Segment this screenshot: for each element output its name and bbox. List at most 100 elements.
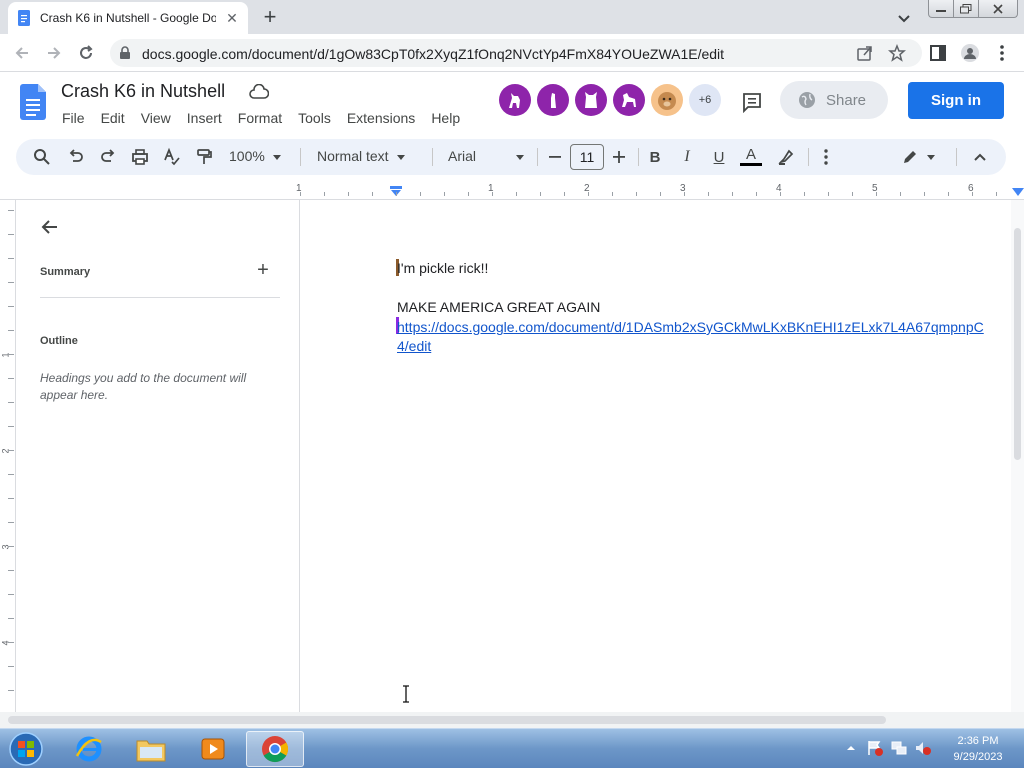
minimize-icon <box>936 9 946 12</box>
window-restore-button[interactable] <box>953 0 979 18</box>
horizontal-ruler[interactable]: 1 1 2 3 4 5 6 <box>0 180 1024 200</box>
volume-muted-icon[interactable] <box>914 739 932 757</box>
print-icon[interactable] <box>130 147 150 167</box>
doc-hyperlink-continued[interactable]: 4/edit <box>397 338 431 354</box>
back-arrow-icon[interactable] <box>12 43 32 63</box>
menu-insert[interactable]: Insert <box>179 108 230 128</box>
anonymous-horse-avatar[interactable] <box>613 84 645 116</box>
document-title[interactable]: Crash K6 in Nutshell <box>61 81 225 102</box>
ruler-tick <box>660 192 661 196</box>
windows-start-orb-icon[interactable] <box>6 730 46 768</box>
document-canvas[interactable]: I'm pickle rick!! MAKE AMERICA GREAT AGA… <box>301 200 1011 712</box>
ruler-tick <box>636 192 637 196</box>
zoom-select[interactable]: 100% <box>229 148 281 164</box>
window-minimize-button[interactable] <box>928 0 954 18</box>
menu-format[interactable]: Format <box>230 108 290 128</box>
text-color-button[interactable]: A <box>740 147 762 167</box>
chevron-up-icon[interactable] <box>970 147 990 167</box>
decrease-font-size-icon[interactable] <box>545 147 565 167</box>
taskbar-google-chrome[interactable] <box>246 731 304 767</box>
ruler-tick <box>8 258 14 259</box>
taskbar-media-player[interactable] <box>184 731 242 767</box>
scrollbar-thumb[interactable] <box>1014 228 1021 460</box>
network-icon[interactable] <box>890 739 908 757</box>
horizontal-scrollbar[interactable] <box>0 712 1024 728</box>
tab-search-chevron-icon[interactable] <box>894 8 914 28</box>
ruler-tick <box>468 192 469 196</box>
action-center-flag-icon[interactable] <box>866 739 884 757</box>
paragraph-style-select[interactable]: Normal text <box>317 148 405 164</box>
anonymous-ferret-avatar[interactable] <box>537 84 569 116</box>
anonymous-kangaroo-avatar[interactable] <box>499 84 531 116</box>
ruler-tick <box>8 498 14 499</box>
anonymous-cat-avatar[interactable] <box>575 84 607 116</box>
lock-icon[interactable] <box>118 46 132 60</box>
taskbar-internet-explorer[interactable] <box>60 731 118 767</box>
chrome-menu-icon[interactable] <box>992 43 1012 63</box>
reload-icon[interactable] <box>76 43 96 63</box>
cloud-saved-icon[interactable] <box>249 84 269 100</box>
system-clock[interactable]: 2:36 PM 9/29/2023 <box>938 733 1018 765</box>
italic-button[interactable]: I <box>677 147 697 167</box>
collaborator-avatars: +6 <box>499 84 721 116</box>
tab-close-icon[interactable]: ✕ <box>224 10 240 26</box>
ruler-tick <box>900 192 901 196</box>
underline-button[interactable]: U <box>709 147 729 167</box>
address-bar[interactable]: docs.google.com/document/d/1gOw83CpT0fx2… <box>110 39 922 67</box>
ruler-tick <box>996 192 997 196</box>
menu-tools[interactable]: Tools <box>290 108 339 128</box>
ruler-tick <box>876 192 877 196</box>
forward-arrow-icon[interactable] <box>44 43 64 63</box>
folder-icon <box>136 740 166 762</box>
editing-mode-select[interactable] <box>898 147 938 167</box>
bold-button[interactable]: B <box>645 147 665 167</box>
sign-in-button[interactable]: Sign in <box>908 82 1004 119</box>
close-icon <box>993 3 1003 14</box>
side-panel-icon[interactable] <box>928 43 948 63</box>
increase-font-size-icon[interactable] <box>609 147 629 167</box>
right-indent-marker-icon[interactable] <box>1012 188 1024 196</box>
redo-icon[interactable] <box>98 147 118 167</box>
google-docs-logo-icon[interactable] <box>20 84 46 120</box>
share-button[interactable]: Share <box>780 81 888 119</box>
doc-paragraph-2[interactable]: MAKE AMERICA GREAT AGAIN <box>397 299 600 315</box>
browser-tab-active[interactable]: Crash K6 in Nutshell - Google Do ✕ <box>8 2 248 34</box>
more-options-icon[interactable] <box>816 147 836 167</box>
profile-avatar-icon[interactable] <box>960 43 980 63</box>
vertical-ruler[interactable]: 1 2 3 4 <box>0 200 16 712</box>
anonymous-capybara-avatar[interactable] <box>651 84 683 116</box>
ruler-tick <box>516 192 517 196</box>
add-summary-button[interactable]: + <box>254 260 272 280</box>
taskbar-file-explorer[interactable] <box>122 731 180 767</box>
paint-format-icon[interactable] <box>194 147 214 167</box>
show-hidden-icons-icon[interactable] <box>842 739 860 757</box>
search-menus-icon[interactable] <box>32 147 52 167</box>
menu-extensions[interactable]: Extensions <box>339 108 423 128</box>
menu-help[interactable]: Help <box>423 108 468 128</box>
doc-paragraph-1[interactable]: I'm pickle rick!! <box>397 260 488 276</box>
close-outline-arrow-icon[interactable] <box>40 217 60 237</box>
browser-toolbar: docs.google.com/document/d/1gOw83CpT0fx2… <box>0 34 1024 72</box>
scrollbar-thumb[interactable] <box>8 716 886 724</box>
undo-icon[interactable] <box>66 147 86 167</box>
highlight-pen-icon[interactable] <box>776 147 796 167</box>
bookmark-star-icon[interactable] <box>888 44 906 62</box>
more-collaborators-badge[interactable]: +6 <box>689 84 721 116</box>
vertical-scrollbar[interactable] <box>1011 200 1024 712</box>
share-page-icon[interactable] <box>856 44 874 62</box>
doc-hyperlink[interactable]: https://docs.google.com/document/d/1DASm… <box>397 319 984 335</box>
menu-file[interactable]: File <box>54 108 93 128</box>
spellcheck-icon[interactable] <box>162 147 182 167</box>
outline-empty-hint: Headings you add to the document will ap… <box>40 371 247 402</box>
menu-view[interactable]: View <box>133 108 179 128</box>
font-family-select[interactable]: Arial <box>448 148 525 164</box>
comment-history-icon[interactable] <box>741 91 763 113</box>
font-size-input[interactable]: 11 <box>570 144 604 170</box>
new-tab-button[interactable]: + <box>258 6 282 30</box>
ruler-tick <box>828 192 829 196</box>
ruler-tick <box>8 306 14 307</box>
ruler-tick <box>612 192 613 196</box>
window-close-button[interactable] <box>978 0 1018 18</box>
menu-edit[interactable]: Edit <box>93 108 133 128</box>
docs-toolbar: 100% Normal text Arial 11 B I U A <box>16 139 1006 175</box>
